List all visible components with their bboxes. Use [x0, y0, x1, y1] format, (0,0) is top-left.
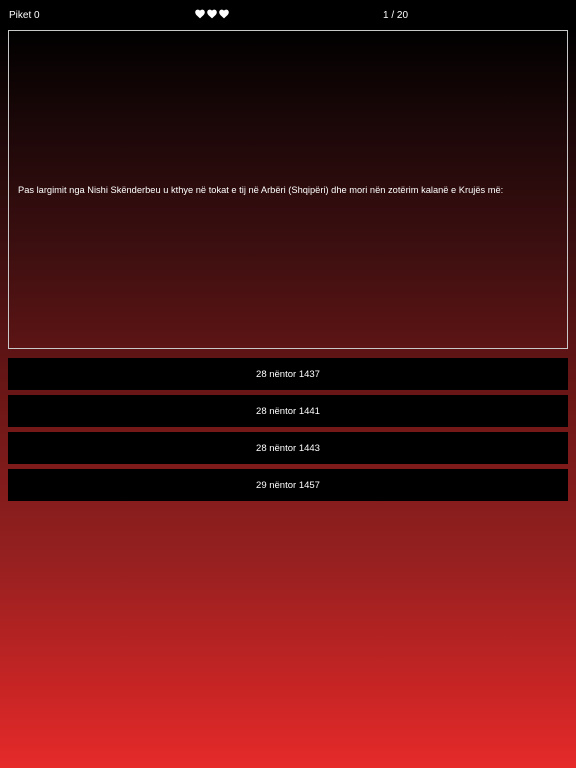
score-label: Piket 0 — [9, 10, 40, 21]
heart-icon — [219, 9, 229, 23]
answer-button-3[interactable]: 28 nëntor 1443 — [8, 432, 568, 464]
question-box: Pas largimit nga Nishi Skënderbeu u kthy… — [8, 30, 568, 349]
answer-list: 28 nëntor 1437 28 nëntor 1441 28 nëntor … — [8, 358, 568, 506]
answer-button-4[interactable]: 29 nëntor 1457 — [8, 469, 568, 501]
answer-button-1[interactable]: 28 nëntor 1437 — [8, 358, 568, 390]
question-text: Pas largimit nga Nishi Skënderbeu u kthy… — [18, 184, 504, 195]
question-progress: 1 / 20 — [383, 10, 409, 21]
status-bar: Piket 0 1 / 20 — [0, 0, 576, 30]
heart-icon — [207, 9, 217, 23]
answer-button-2[interactable]: 28 nëntor 1441 — [8, 395, 568, 427]
heart-icon — [195, 9, 205, 23]
lives-indicator — [195, 9, 229, 23]
